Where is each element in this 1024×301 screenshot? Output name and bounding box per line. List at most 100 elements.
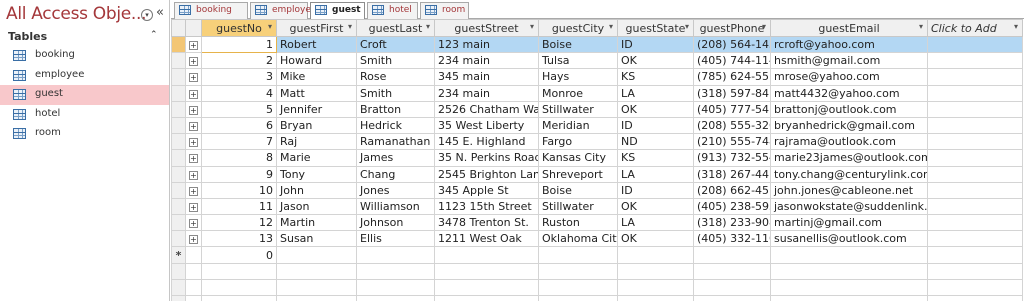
subdatasheet-expand[interactable]: +: [185, 84, 202, 102]
subdatasheet-expand[interactable]: +: [185, 68, 202, 86]
cell-guestStreet[interactable]: 234 main: [434, 52, 539, 70]
cell-guestEmail[interactable]: jasonwokstate@suddenlink.ne: [770, 197, 928, 216]
record-selector[interactable]: [171, 214, 186, 232]
new-record-marker[interactable]: *: [171, 246, 186, 264]
cell-guestStreet[interactable]: 3478 Trenton St.: [434, 214, 539, 232]
cell-guestStreet[interactable]: 234 main: [434, 84, 539, 102]
cell-guestEmail[interactable]: hsmith@gmail.com: [770, 52, 928, 70]
nav-item-room[interactable]: room: [0, 124, 169, 144]
cell-empty[interactable]: [770, 246, 928, 264]
cell-guestLast[interactable]: James: [356, 149, 435, 167]
column-dropdown-icon[interactable]: ▾: [426, 22, 430, 31]
table-row[interactable]: +5 Jennifer Bratton 2526 Chatham Way Stillwa…: [171, 100, 1023, 118]
subdatasheet-expand[interactable]: +: [185, 133, 202, 151]
subdatasheet-expand[interactable]: +: [185, 214, 202, 232]
subdatasheet-expand[interactable]: +: [185, 35, 202, 54]
cell-guestLast[interactable]: Johnson: [356, 214, 435, 232]
new-record-row[interactable]: * 0: [171, 246, 1023, 264]
cell-empty[interactable]: [276, 246, 357, 264]
column-header-guestCity[interactable]: guestCity ▾: [538, 19, 618, 37]
cell-guestEmail[interactable]: rcroft@yahoo.com: [770, 35, 928, 54]
cell-guestStreet[interactable]: 1211 West Oak: [434, 230, 539, 248]
tab-hotel[interactable]: hotel: [367, 2, 418, 19]
select-all-corner[interactable]: [171, 19, 186, 37]
cell-guestCity[interactable]: Stillwater: [538, 100, 618, 118]
table-row[interactable]: +1 Robert Croft 123 main Boise ID (208) 564-14…: [171, 35, 1023, 54]
column-dropdown-icon[interactable]: ▾: [609, 22, 613, 31]
cell-guestStreet[interactable]: 123 main: [434, 35, 539, 54]
cell-guestState[interactable]: KS: [617, 68, 694, 86]
cell-guestFirst[interactable]: Bryan: [276, 116, 357, 135]
cell-guestCity[interactable]: Ruston: [538, 214, 618, 232]
cell-guestState[interactable]: LA: [617, 214, 694, 232]
cell-guestState[interactable]: LA: [617, 165, 694, 183]
cell-guestState[interactable]: KS: [617, 149, 694, 167]
record-selector[interactable]: [171, 230, 186, 248]
record-selector[interactable]: [171, 149, 186, 167]
cell-guestPhone[interactable]: (318) 233-9084: [693, 214, 771, 232]
cell-guestPhone[interactable]: (405) 238-5959: [693, 197, 771, 216]
cell-empty[interactable]: [693, 246, 771, 264]
cell-click-to-add[interactable]: [927, 35, 1023, 54]
cell-guestLast[interactable]: Bratton: [356, 100, 435, 118]
cell-guestFirst[interactable]: Jason: [276, 197, 357, 216]
cell-guestNo[interactable]: 3: [201, 68, 277, 86]
subdatasheet-expand[interactable]: +: [185, 197, 202, 216]
cell-click-to-add[interactable]: [927, 84, 1023, 102]
cell-guestEmail[interactable]: marie23james@outlook.com: [770, 149, 928, 167]
record-selector[interactable]: [171, 165, 186, 183]
cell-guestStreet[interactable]: 345 main: [434, 68, 539, 86]
table-row[interactable]: +2 Howard Smith 234 main Tulsa OK (405) 744-11…: [171, 52, 1023, 70]
cell-guestLast[interactable]: Chang: [356, 165, 435, 183]
column-header-guestPhone[interactable]: guestPhone ▾: [693, 19, 771, 37]
cell-guestEmail[interactable]: tony.chang@centurylink.com: [770, 165, 928, 183]
cell-click-to-add[interactable]: [927, 133, 1023, 151]
cell-guestState[interactable]: OK: [617, 100, 694, 118]
nav-group-tables[interactable]: Tables ⌃: [0, 30, 169, 46]
cell-guestNo[interactable]: 13: [201, 230, 277, 248]
cell-guestPhone[interactable]: (208) 662-4517: [693, 181, 771, 199]
cell-guestPhone[interactable]: (405) 332-1167: [693, 230, 771, 248]
column-dropdown-icon[interactable]: ▾: [919, 22, 923, 31]
cell-guestFirst[interactable]: Raj: [276, 133, 357, 151]
nav-item-hotel[interactable]: hotel: [0, 105, 169, 125]
table-row[interactable]: +7 Raj Ramanathan 145 E. Highland Fargo ND (21…: [171, 133, 1023, 151]
cell-guestFirst[interactable]: Robert: [276, 35, 357, 54]
cell-guestFirst[interactable]: John: [276, 181, 357, 199]
expand-plus-icon[interactable]: +: [189, 235, 198, 245]
cell-guestStreet[interactable]: 1123 15th Street: [434, 197, 539, 216]
expand-plus-icon[interactable]: +: [189, 186, 198, 196]
cell-guestPhone[interactable]: (208) 555-3262: [693, 116, 771, 135]
cell-guestLast[interactable]: Hedrick: [356, 116, 435, 135]
cell-guestPhone[interactable]: (405) 777-5413: [693, 100, 771, 118]
table-row[interactable]: +13 Susan Ellis 1211 West Oak Oklahoma City O…: [171, 230, 1023, 248]
cell-guestCity[interactable]: Meridian: [538, 116, 618, 135]
cell-guestState[interactable]: ID: [617, 116, 694, 135]
table-row[interactable]: +12 Martin Johnson 3478 Trenton St. Ruston LA…: [171, 214, 1023, 232]
cell-guestFirst[interactable]: Howard: [276, 52, 357, 70]
cell-guestState[interactable]: OK: [617, 230, 694, 248]
cell-guestNo[interactable]: 7: [201, 133, 277, 151]
nav-title[interactable]: All Access Obje...: [6, 4, 147, 24]
cell-click-to-add[interactable]: [927, 149, 1023, 167]
nav-menu-chevron-icon[interactable]: ▾: [141, 9, 153, 21]
cell-guestCity[interactable]: Fargo: [538, 133, 618, 151]
subdatasheet-expand[interactable]: +: [185, 181, 202, 199]
cell-guestNo[interactable]: 1: [201, 35, 277, 54]
cell-guestLast[interactable]: Ramanathan: [356, 133, 435, 151]
expand-plus-icon[interactable]: +: [189, 57, 198, 67]
cell-guestNo[interactable]: 11: [201, 197, 277, 216]
subdatasheet-expand[interactable]: +: [185, 100, 202, 118]
cell-guestState[interactable]: OK: [617, 52, 694, 70]
record-selector[interactable]: [171, 52, 186, 70]
cell-guestEmail[interactable]: bryanhedrick@gmail.com: [770, 116, 928, 135]
cell-click-to-add[interactable]: [927, 230, 1023, 248]
shutter-bar-collapse-icon[interactable]: «: [156, 6, 164, 20]
cell-guestCity[interactable]: Tulsa: [538, 52, 618, 70]
table-row[interactable]: +4MattSmith234 mainMonroeLA(318) 597-841…: [171, 84, 1023, 102]
cell-guestState[interactable]: OK: [617, 197, 694, 216]
column-header-guestLast[interactable]: guestLast ▾: [356, 19, 435, 37]
cell-guestLast[interactable]: Smith: [356, 52, 435, 70]
column-dropdown-icon[interactable]: ▾: [348, 22, 352, 31]
nav-item-booking[interactable]: booking: [0, 46, 169, 66]
